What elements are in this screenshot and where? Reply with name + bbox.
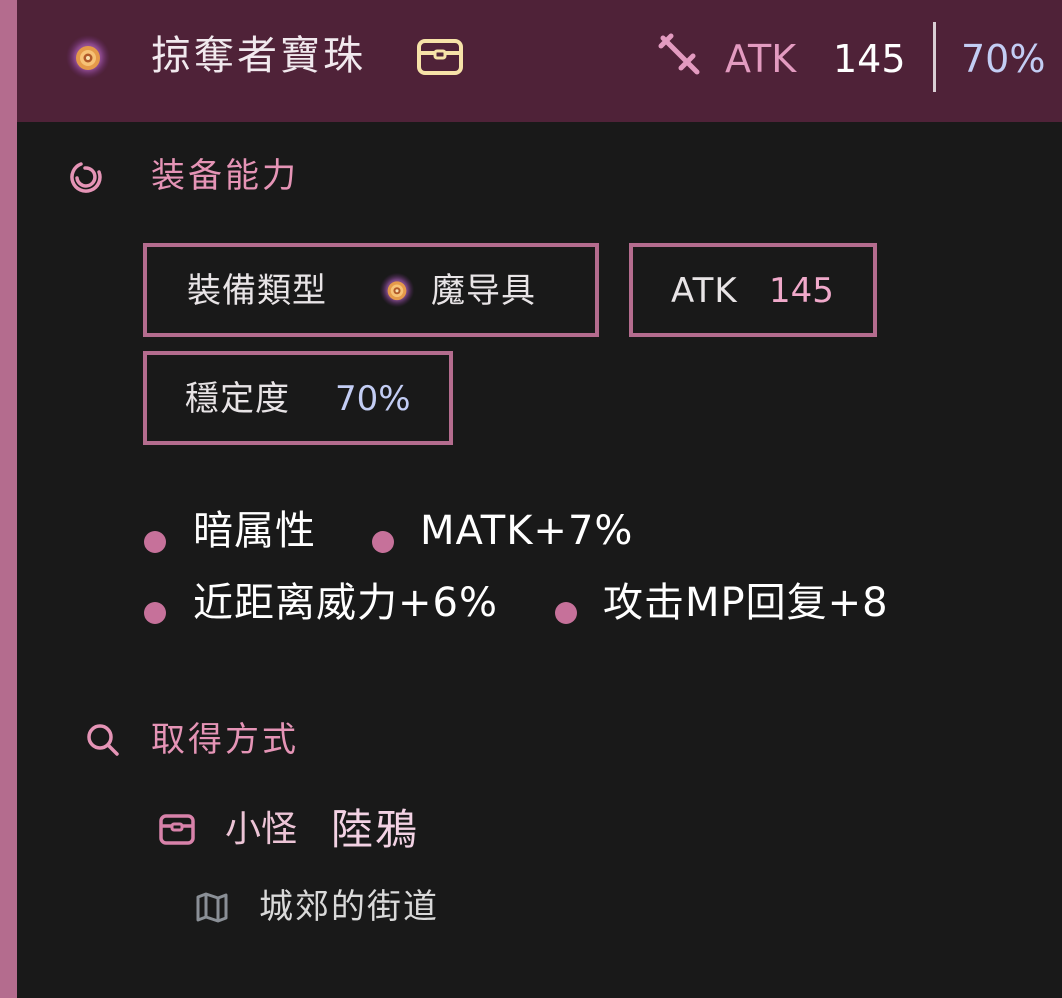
ability-item: 暗属性 — [193, 508, 316, 554]
atk-box — [629, 243, 877, 337]
header-stability-value: 70% — [961, 37, 1046, 81]
location-link[interactable]: 城郊的街道 — [259, 884, 439, 930]
ability-item: 近距离威力+6% — [193, 580, 498, 626]
atk-label: ATK — [671, 271, 738, 311]
ability-bullet — [144, 602, 166, 624]
equipment-type-label: 裝備類型 — [187, 271, 327, 311]
map-icon — [196, 892, 228, 923]
stability-value: 70% — [335, 379, 411, 419]
magic-orb-icon — [379, 272, 415, 308]
atk-value: 145 — [769, 271, 834, 311]
acquisition-section-title: 取得方式 — [151, 720, 299, 760]
search-icon — [87, 724, 119, 756]
equipment-section-title: 装备能力 — [151, 156, 299, 196]
ability-bullet — [372, 531, 394, 553]
item-title: 掠奪者寶珠 — [151, 33, 366, 79]
header-atk-value: 145 — [833, 37, 906, 81]
chest-icon — [417, 39, 463, 75]
ability-bullet — [144, 531, 166, 553]
ability-item: 攻击MP回复+8 — [603, 580, 889, 626]
stability-label: 穩定度 — [185, 379, 290, 419]
ability-bullet — [555, 602, 577, 624]
ability-item: MATK+7% — [420, 508, 634, 554]
equipment-type-value: 魔导具 — [431, 271, 536, 311]
item-card: 掠奪者寶珠 ATK 145 70% 装备能力 裝備類型 魔导具 ATK 145 … — [0, 0, 1062, 998]
chest-icon — [159, 814, 195, 845]
header-divider — [933, 22, 936, 92]
magic-orb-icon — [66, 35, 110, 79]
source-name-link[interactable]: 陸鴉 — [331, 802, 419, 858]
swirl-icon — [70, 162, 102, 193]
header-atk-label: ATK — [725, 37, 797, 81]
sword-icon — [658, 33, 700, 75]
source-type: 小怪 — [225, 809, 298, 850]
item-header: 掠奪者寶珠 ATK 145 70% — [17, 0, 1062, 122]
